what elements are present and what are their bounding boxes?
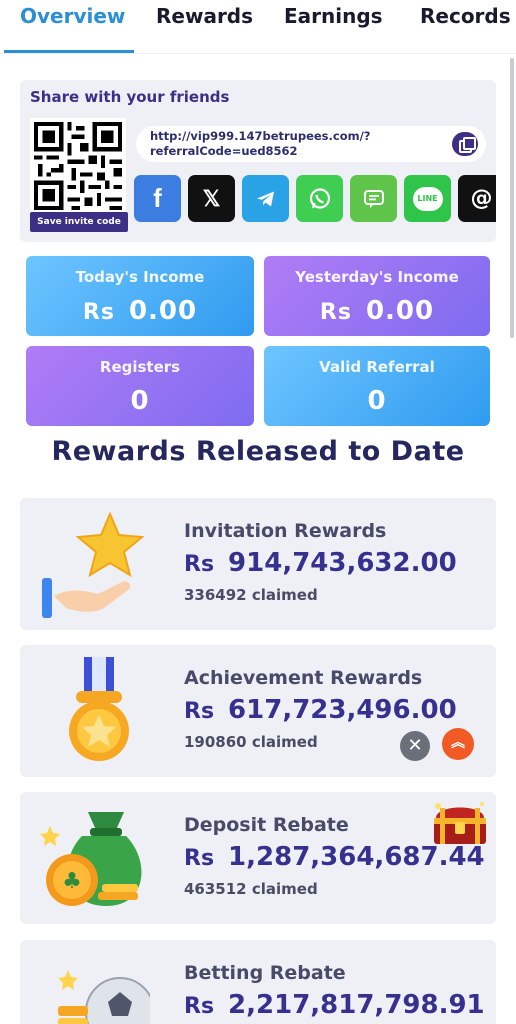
yesterdays-income-value: Rs 0.00 [319, 296, 435, 326]
svg-text:♣: ♣ [62, 869, 82, 894]
threads-icon[interactable]: @ [458, 175, 496, 222]
valid-referral-label: Valid Referral [319, 358, 435, 376]
reward-title: Achievement Rewards [184, 667, 423, 689]
scroll-to-top-icon[interactable]: ︽ [442, 728, 474, 760]
treasure-chest-icon[interactable] [430, 800, 490, 848]
telegram-icon[interactable] [242, 175, 289, 222]
reward-title: Deposit Rebate [184, 814, 349, 836]
tab-overview[interactable]: Overview [20, 4, 125, 28]
reward-amount: Rs 2,217,817,798.91 [184, 990, 485, 1020]
reward-card-invitation[interactable]: Invitation Rewards Rs 914,743,632.00 3364… [20, 498, 496, 630]
valid-referral-value: 0 [367, 386, 387, 416]
tab-bar: Overview Rewards Earnings Records [0, 0, 516, 54]
social-share-row: f 𝕏 LINE @ [134, 175, 496, 223]
reward-title: Betting Rebate [184, 962, 346, 984]
tab-rewards[interactable]: Rewards [156, 4, 253, 28]
whatsapp-icon[interactable] [296, 175, 343, 222]
x-icon[interactable]: 𝕏 [188, 175, 235, 222]
reward-amount: Rs 914,743,632.00 [184, 548, 457, 578]
valid-referral-card: Valid Referral 0 [264, 346, 490, 426]
referral-link-text: http://vip999.147betrupees.com/? referra… [150, 129, 371, 158]
reward-claimed: 190860 claimed [184, 733, 318, 751]
share-title: Share with your friends [30, 88, 230, 106]
todays-income-card: Today's Income Rs 0.00 [26, 256, 254, 336]
section-title: Rewards Released to Date [51, 436, 465, 467]
medal-icon [69, 657, 129, 761]
football-coins-icon [58, 970, 150, 1024]
referral-link-box[interactable]: http://vip999.147betrupees.com/? referra… [136, 126, 486, 162]
money-bag-icon: ♣ [40, 812, 142, 906]
reward-claimed: 336492 claimed [184, 586, 318, 604]
copy-link-button[interactable] [452, 132, 478, 156]
registers-value: 0 [130, 386, 150, 416]
facebook-icon[interactable]: f [134, 175, 181, 222]
line-icon[interactable]: LINE [404, 175, 451, 222]
reward-amount: Rs 617,723,496.00 [184, 695, 457, 725]
scrollbar[interactable] [510, 58, 514, 338]
registers-card: Registers 0 [26, 346, 254, 426]
yesterdays-income-card: Yesterday's Income Rs 0.00 [264, 256, 490, 336]
reward-title: Invitation Rewards [184, 520, 387, 542]
message-icon[interactable] [350, 175, 397, 222]
save-invite-code-button[interactable]: Save invite code [30, 212, 128, 232]
tab-divider [0, 53, 516, 54]
todays-income-label: Today's Income [75, 268, 205, 286]
reward-card-deposit-rebate[interactable]: ♣ Deposit Rebate Rs 1,287,364,687.44 4635… [20, 792, 496, 924]
yesterdays-income-label: Yesterday's Income [295, 268, 459, 286]
share-card: Share with your friends Save invite code [20, 80, 496, 242]
star-hand-icon [42, 511, 145, 618]
registers-label: Registers [99, 358, 181, 376]
tab-earnings[interactable]: Earnings [284, 4, 383, 28]
qr-code-icon [34, 122, 122, 210]
close-icon[interactable]: ✕ [400, 731, 430, 761]
todays-income-value: Rs 0.00 [82, 296, 198, 326]
reward-claimed: 463512 claimed [184, 880, 318, 898]
reward-card-betting-rebate[interactable]: Betting Rebate Rs 2,217,817,798.91 [20, 940, 496, 1024]
qr-code[interactable] [30, 118, 126, 214]
tab-records[interactable]: Records [420, 4, 511, 28]
